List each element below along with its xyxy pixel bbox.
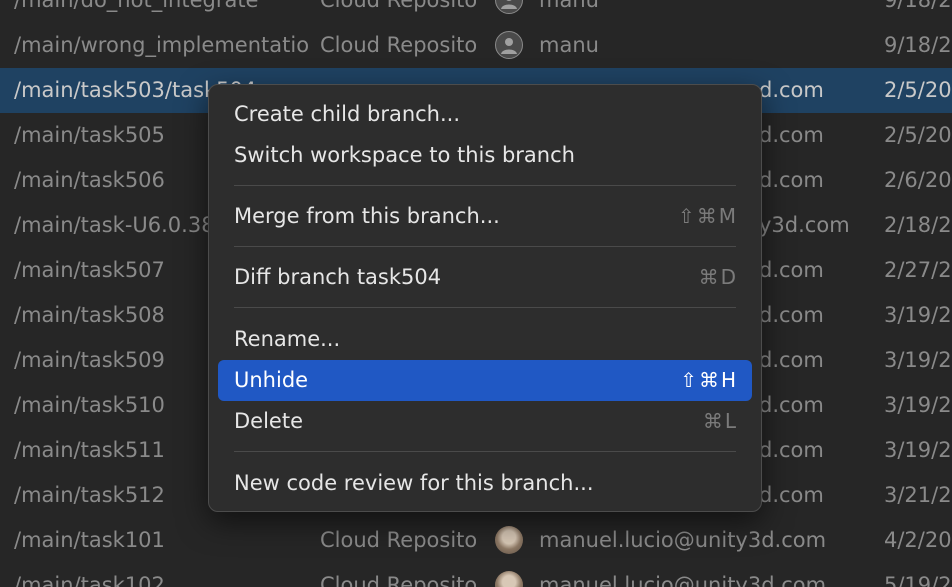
menu-item-label: Delete (234, 409, 303, 433)
table-row[interactable]: /main/task101 Cloud Repository manuel.lu… (0, 518, 952, 563)
user-photo-avatar (495, 571, 523, 587)
branch-owner: manu (539, 0, 599, 12)
menu-item-new-code-review[interactable]: New code review for this branch... (218, 463, 752, 504)
branch-owner: manuel.lucio@unity3d.com (539, 573, 827, 587)
branch-date: 9/18/2 (884, 0, 952, 12)
branch-date: 9/18/2 (884, 33, 952, 57)
table-row[interactable]: /main/task102 Cloud Repository manuel.lu… (0, 563, 952, 587)
menu-item-label: Switch workspace to this branch (234, 143, 575, 167)
branches-view: /main/do_not_integrate Cloud Repository … (0, 0, 952, 587)
menu-separator (234, 307, 736, 308)
table-row[interactable]: /main/wrong_implementation Cloud Reposit… (0, 23, 952, 68)
branch-date: 2/6/20 (884, 168, 952, 192)
branch-repository: Cloud Repository (320, 573, 476, 587)
branch-date: 4/2/20 (884, 528, 952, 552)
branch-date: 3/19/2 (884, 303, 952, 327)
branch-date: 3/19/2 (884, 393, 952, 417)
branch-name: /main/task101 (14, 528, 165, 552)
menu-item-label: Unhide (234, 368, 309, 392)
branch-repository: Cloud Repository (320, 528, 476, 552)
branch-date: 3/19/2 (884, 348, 952, 372)
menu-item-merge-from-branch[interactable]: Merge from this branch... ⇧⌘M (218, 196, 752, 237)
menu-item-diff-branch[interactable]: Diff branch task504 ⌘D (218, 257, 752, 298)
menu-item-delete[interactable]: Delete ⌘L (218, 401, 752, 442)
menu-item-label: Merge from this branch... (234, 204, 500, 228)
branch-name: /main/task102 (14, 573, 165, 587)
branch-date: 3/21/2 (884, 483, 952, 507)
menu-item-shortcut: ⌘D (698, 265, 738, 289)
menu-item-rename[interactable]: Rename... (218, 319, 752, 360)
menu-separator (234, 451, 736, 452)
user-avatar-icon (495, 0, 523, 14)
branch-name: /main/do_not_integrate (14, 0, 259, 12)
menu-separator (234, 246, 736, 247)
menu-item-shortcut: ⌘L (702, 409, 738, 433)
branch-context-menu: Create child branch... Switch workspace … (208, 84, 762, 512)
branch-date: 2/5/20 (884, 123, 952, 147)
user-photo-avatar (495, 526, 523, 554)
menu-item-label: Diff branch task504 (234, 265, 442, 289)
menu-item-shortcut: ⇧⌘M (677, 204, 738, 228)
branch-name: /main/wrong_implementation (14, 33, 310, 57)
branch-date: 3/19/2 (884, 438, 952, 462)
branch-owner: manuel.lucio@unity3d.com (539, 528, 827, 552)
branch-repository: Cloud Repository (320, 33, 476, 57)
branch-date: 2/5/20 (884, 78, 952, 102)
table-row[interactable]: /main/do_not_integrate Cloud Repository … (0, 0, 952, 23)
menu-item-label: New code review for this branch... (234, 471, 594, 495)
user-avatar-icon (495, 31, 523, 59)
branch-date: 2/18/2 (884, 213, 952, 237)
menu-item-switch-workspace[interactable]: Switch workspace to this branch (218, 135, 752, 176)
branch-date: 2/27/2 (884, 258, 952, 282)
menu-item-label: Rename... (234, 327, 341, 351)
menu-item-label: Create child branch... (234, 102, 461, 126)
branch-owner: manu (539, 33, 599, 57)
menu-item-create-child-branch[interactable]: Create child branch... (218, 94, 752, 135)
branch-repository: Cloud Repository (320, 0, 476, 12)
menu-separator (234, 185, 736, 186)
menu-item-shortcut: ⇧⌘H (680, 368, 738, 392)
branch-date: 5/19/2 (884, 573, 952, 587)
menu-item-unhide[interactable]: Unhide ⇧⌘H (218, 360, 752, 401)
